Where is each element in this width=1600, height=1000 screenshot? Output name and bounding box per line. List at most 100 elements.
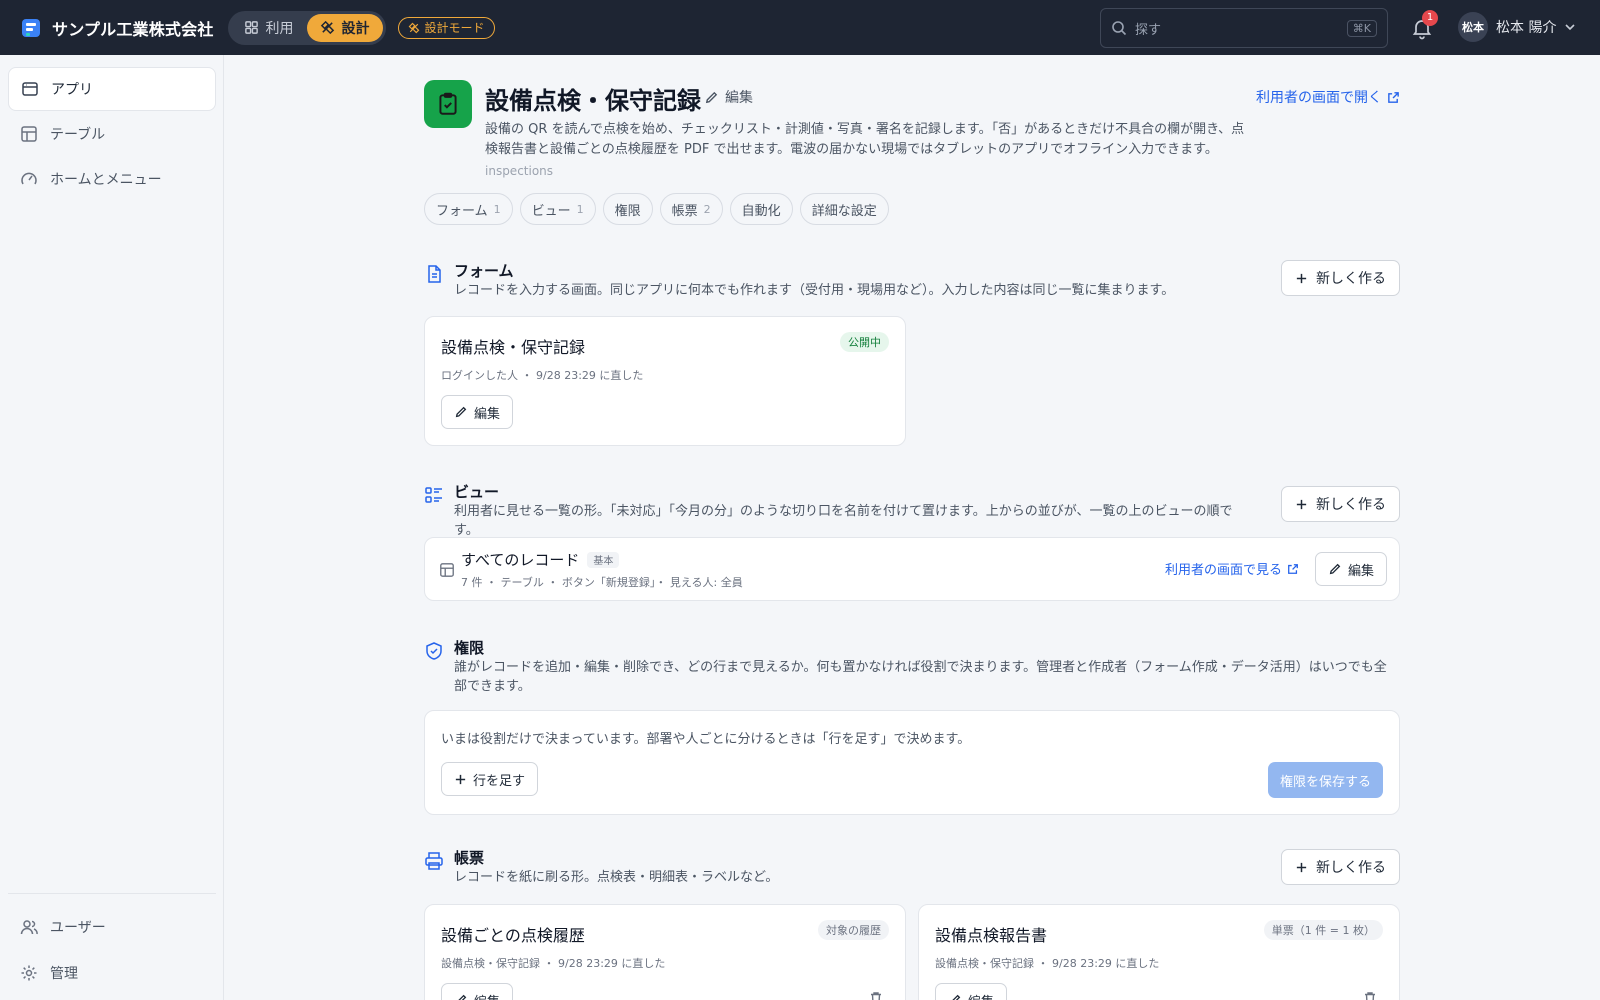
page-title: 設備点検・保守記録 xyxy=(485,87,701,115)
edit-label: 編集 xyxy=(474,991,500,1000)
edit-report-button[interactable]: 編集 xyxy=(935,983,1008,1000)
table-icon xyxy=(21,126,37,142)
new-form-label: 新しく作る xyxy=(1316,271,1386,287)
edit-label: 編集 xyxy=(968,991,994,1000)
pencil-icon xyxy=(705,91,718,103)
tab-count: 2 xyxy=(703,202,711,216)
reports-title: 帳票 xyxy=(454,849,485,867)
sidebar-item-home-menu[interactable]: ホームとメニュー xyxy=(8,157,216,201)
form-card-title: 設備点検・保守記録 xyxy=(441,338,586,357)
gear-icon xyxy=(21,965,37,981)
company-name: サンプル工業株式会社 xyxy=(52,19,214,39)
mode-design-label: 設計 xyxy=(341,20,370,37)
tab-permissions[interactable]: 権限 xyxy=(602,193,653,225)
app-slug: inspections xyxy=(485,164,554,178)
plus-icon xyxy=(455,774,466,784)
plus-icon xyxy=(1296,499,1307,509)
clipboard-check-icon xyxy=(439,92,457,115)
forms-description: レコードを入力する画面。同じアプリに何本でも作れます（受付用・現場用など）。入力… xyxy=(454,283,1175,298)
user-name: 松本 陽介 xyxy=(1496,20,1557,36)
view-title: すべてのレコード xyxy=(461,551,580,569)
report-card-title: 設備点検報告書 xyxy=(935,926,1048,945)
forms-title: フォーム xyxy=(454,262,514,280)
search-icon xyxy=(1112,21,1127,36)
permissions-status-text: いまは役割だけで決まっています。部署や人ごとに分けるときは「行を足す」で決めます… xyxy=(441,732,971,747)
report-card-meta: 設備点検・保守記録 ・ 9/28 23:29 に直した xyxy=(441,957,666,970)
chevron-down-icon xyxy=(1565,24,1576,31)
plus-icon xyxy=(1296,862,1307,872)
tab-label: ビュー xyxy=(531,203,571,219)
view-user-screen-link[interactable]: 利用者の画面で見る xyxy=(1165,559,1299,578)
edit-view-button[interactable]: 編集 xyxy=(1314,552,1387,586)
permissions-title: 権限 xyxy=(454,639,485,657)
view-default-badge: 基本 xyxy=(587,551,620,568)
tab-label: 詳細な設定 xyxy=(811,203,877,219)
search-box[interactable]: 探す ⌘K xyxy=(1100,8,1388,48)
avatar: 松本 xyxy=(1458,12,1488,42)
tab-count: 1 xyxy=(493,202,501,216)
tab-advanced-settings[interactable]: 詳細な設定 xyxy=(799,193,889,225)
sidebar-item-label: テーブル xyxy=(50,127,106,143)
external-link-icon xyxy=(1388,91,1399,103)
edit-report-button[interactable]: 編集 xyxy=(441,983,514,1000)
list-icon xyxy=(425,487,442,503)
search-input[interactable]: 探す xyxy=(1135,19,1347,38)
open-user-screen-link[interactable]: 利用者の画面で開く xyxy=(1256,87,1400,107)
edit-form-button[interactable]: 編集 xyxy=(441,395,514,429)
new-view-label: 新しく作る xyxy=(1316,497,1386,513)
tab-label: フォーム xyxy=(436,203,488,219)
add-row-label: 行を足す xyxy=(473,773,526,789)
add-row-button[interactable]: 行を足す xyxy=(441,762,539,796)
tab-views[interactable]: ビュー 1 xyxy=(519,193,596,225)
view-title-group: すべてのレコード 基本 xyxy=(461,549,620,570)
tab-forms[interactable]: フォーム 1 xyxy=(424,193,513,225)
logo-icon xyxy=(22,18,40,37)
tab-label: 自動化 xyxy=(741,203,781,219)
report-card: 設備点検報告書 単票（1 件 = 1 枚） 設備点検・保守記録 ・ 9/28 2… xyxy=(918,904,1400,1000)
divider xyxy=(8,893,216,894)
open-user-screen-label: 利用者の画面で開く xyxy=(1256,90,1382,106)
mode-design-button[interactable]: 設計 xyxy=(306,13,383,42)
sidebar-item-apps[interactable]: アプリ xyxy=(8,67,216,111)
edit-app-button[interactable]: 編集 xyxy=(704,87,753,107)
reports-description: レコードを紙に刷る形。点検表・明細表・ラベルなど。 xyxy=(454,870,779,885)
external-link-icon xyxy=(1288,563,1298,574)
report-type-badge: 対象の履歴 xyxy=(818,920,889,940)
trash-icon[interactable] xyxy=(1363,991,1377,1000)
view-meta: 7 件 ・ テーブル ・ ボタン「新規登録」・ 見える人: 全員 xyxy=(461,576,743,589)
sidebar-item-users[interactable]: ユーザー xyxy=(8,905,216,949)
new-report-label: 新しく作る xyxy=(1316,860,1386,876)
new-form-button[interactable]: 新しく作る xyxy=(1281,260,1400,296)
report-card-title: 設備ごとの点検履歴 xyxy=(441,926,585,945)
tab-label: 権限 xyxy=(614,203,641,219)
pencil-icon xyxy=(458,994,467,1000)
table-icon xyxy=(440,563,454,577)
tab-reports[interactable]: 帳票 2 xyxy=(659,193,723,225)
sidebar-item-label: 管理 xyxy=(50,966,78,982)
save-permissions-button[interactable]: 権限を保存する xyxy=(1267,762,1383,798)
shield-check-icon xyxy=(426,642,442,660)
sidebar: アプリ テーブル ホームとメニュー ユーザー 管理 xyxy=(0,55,224,1000)
mode-use-button[interactable]: 利用 xyxy=(231,14,307,42)
users-icon xyxy=(20,920,38,935)
views-title: ビュー xyxy=(454,483,500,501)
new-view-button[interactable]: 新しく作る xyxy=(1281,486,1400,522)
sidebar-item-admin[interactable]: 管理 xyxy=(8,951,216,995)
user-menu[interactable]: 松本 松本 陽介 xyxy=(1458,12,1576,42)
top-bar: サンプル工業株式会社 利用 設計 設計モード 探す ⌘K 1 松本 松本 陽介 xyxy=(0,0,1600,55)
tab-count: 1 xyxy=(576,202,584,216)
app-description: 設備の QR を読んで点検を始め、チェックリスト・計測値・写真・署名を記録します… xyxy=(485,122,1245,157)
pencil-icon xyxy=(952,994,961,1000)
tab-automation[interactable]: 自動化 xyxy=(729,193,793,225)
report-card-meta: 設備点検・保守記録 ・ 9/28 23:29 に直した xyxy=(935,957,1160,970)
sidebar-item-tables[interactable]: テーブル xyxy=(8,112,216,156)
new-report-button[interactable]: 新しく作る xyxy=(1281,849,1400,885)
tab-label: 帳票 xyxy=(671,203,698,219)
sidebar-item-label: ユーザー xyxy=(50,920,106,936)
form-card-meta: ログインした人 ・ 9/28 23:29 に直した xyxy=(441,369,644,382)
trash-icon[interactable] xyxy=(869,991,883,1000)
notification-count-badge: 1 xyxy=(1422,10,1438,26)
permissions-card: いまは役割だけで決まっています。部署や人ごとに分けるときは「行を足す」で決めます… xyxy=(424,710,1400,815)
design-mode-badge: 設計モード xyxy=(397,16,495,39)
brand[interactable]: サンプル工業株式会社 xyxy=(20,16,214,40)
